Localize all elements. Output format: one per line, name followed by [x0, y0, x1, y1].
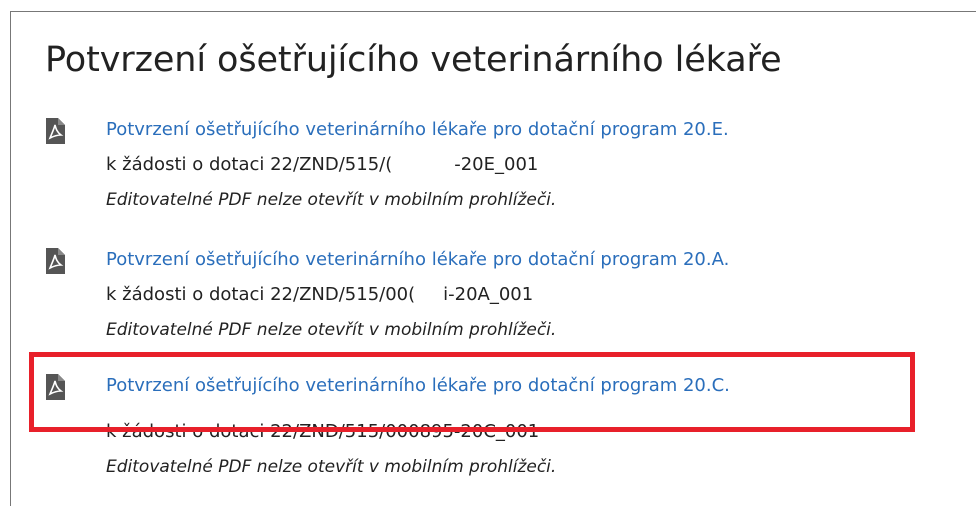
application-ref-suffix: -20E_001	[454, 154, 539, 175]
list-item: Potvrzení ošetřujícího veterinárního lék…	[0, 118, 976, 238]
application-ref-prefix: k žádosti o dotaci 22/ZND/515/00(	[106, 284, 416, 305]
list-item: Potvrzení ošetřujícího veterinárního lék…	[0, 374, 976, 494]
document-link[interactable]: Potvrzení ošetřujícího veterinárního lék…	[106, 118, 729, 142]
pdf-icon[interactable]	[45, 118, 65, 144]
document-note: Editovatelné PDF nelze otevřít v mobilní…	[106, 190, 557, 210]
application-ref-suffix: i-20A_001	[443, 284, 534, 305]
document-application-ref: k žádosti o dotaci 22/ZND/515/000895-20C…	[106, 420, 539, 444]
pdf-icon[interactable]	[45, 248, 65, 274]
list-item: Potvrzení ošetřujícího veterinárního lék…	[0, 248, 976, 368]
document-link[interactable]: Potvrzení ošetřujícího veterinárního lék…	[106, 374, 730, 398]
document-note: Editovatelné PDF nelze otevřít v mobilní…	[106, 457, 557, 477]
document-application-ref: k žádosti o dotaci 22/ZND/515/( -20E_001	[106, 153, 538, 177]
document-link[interactable]: Potvrzení ošetřujícího veterinárního lék…	[106, 248, 729, 272]
redacted-area	[415, 283, 444, 303]
document-note: Editovatelné PDF nelze otevřít v mobilní…	[106, 320, 557, 340]
redacted-area	[392, 153, 455, 173]
document-application-ref: k žádosti o dotaci 22/ZND/515/00( i-20A_0…	[106, 283, 533, 307]
page-title: Potvrzení ošetřujícího veterinárního lék…	[45, 40, 782, 80]
application-ref-prefix: k žádosti o dotaci 22/ZND/515/(	[106, 154, 393, 175]
application-ref-prefix: k žádosti o dotaci 22/ZND/515/000895-20C…	[106, 421, 540, 442]
pdf-icon[interactable]	[45, 374, 65, 400]
